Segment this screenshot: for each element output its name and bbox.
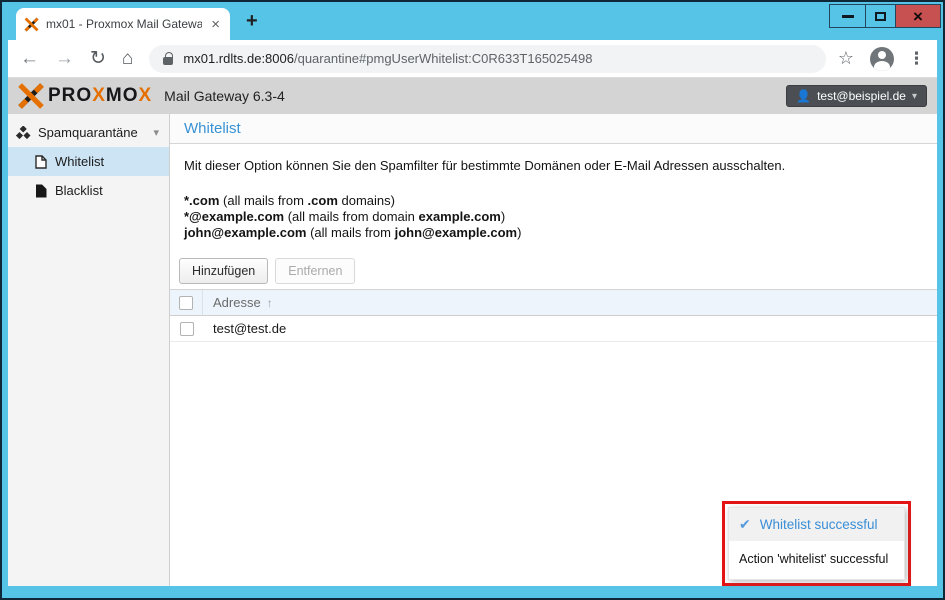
bookmark-star-icon[interactable]: ☆ bbox=[838, 48, 854, 69]
window-controls: × bbox=[830, 4, 941, 28]
toast-notification: ✔ Whitelist successful Action 'whitelist… bbox=[728, 507, 905, 580]
maximize-icon bbox=[875, 12, 886, 21]
tab-close-icon[interactable]: × bbox=[209, 17, 222, 32]
address-bar[interactable]: mx01.rdlts.de:8006/quarantine#pmgUserWhi… bbox=[149, 45, 825, 73]
toast-message: Action 'whitelist' successful bbox=[729, 541, 904, 579]
sidebar-item-whitelist[interactable]: Whitelist bbox=[8, 147, 169, 176]
minimize-icon bbox=[842, 15, 854, 18]
row-select-cell[interactable] bbox=[170, 316, 203, 341]
lock-icon bbox=[163, 57, 173, 65]
proxmox-logo: PROXMOX bbox=[18, 83, 152, 109]
product-version-label: Mail Gateway 6.3-4 bbox=[164, 88, 285, 104]
sidebar-root-label: Spamquarantäne bbox=[38, 125, 138, 140]
column-header-adresse[interactable]: Adresse bbox=[203, 295, 261, 310]
remove-button[interactable]: Entfernen bbox=[275, 258, 355, 284]
title-bar: mx01 - Proxmox Mail Gateway × + × bbox=[2, 2, 943, 40]
profile-avatar[interactable] bbox=[870, 47, 894, 71]
browser-toolbar: ← → ↻ ⌂ mx01.rdlts.de:8006/quarantine#pm… bbox=[8, 40, 937, 78]
minimize-button[interactable] bbox=[829, 4, 866, 28]
description-text: Mit dieser Option können Sie den Spamfil… bbox=[184, 158, 923, 174]
grid-header[interactable]: Adresse ↑ bbox=[170, 290, 937, 316]
example-line: *@example.com (all mails from domain exa… bbox=[184, 209, 923, 225]
chevron-down-icon: ▾ bbox=[912, 91, 917, 102]
panel-header: Whitelist bbox=[170, 114, 937, 144]
file-outline-icon bbox=[35, 155, 47, 169]
select-all-cell[interactable] bbox=[170, 290, 203, 315]
browser-window: mx01 - Proxmox Mail Gateway × + × ← → ↻ … bbox=[0, 0, 945, 600]
annotation-highlight-box: ✔ Whitelist successful Action 'whitelist… bbox=[722, 501, 911, 586]
file-solid-icon bbox=[35, 184, 47, 198]
maximize-button[interactable] bbox=[865, 4, 896, 28]
page-title: Whitelist bbox=[184, 120, 241, 137]
cubes-icon bbox=[16, 126, 31, 140]
reload-icon[interactable]: ↻ bbox=[90, 49, 106, 68]
sidebar: Spamquarantäne ▾ Whitelist Blacklist bbox=[8, 114, 170, 586]
proxmox-favicon-icon bbox=[24, 17, 39, 32]
browser-tab[interactable]: mx01 - Proxmox Mail Gateway × bbox=[16, 8, 230, 40]
url-path: /quarantine#pmgUserWhitelist:C0R633T1650… bbox=[294, 51, 592, 66]
forward-icon[interactable]: → bbox=[55, 49, 74, 68]
browser-menu-icon[interactable]: ⋮ bbox=[908, 49, 925, 69]
proxmox-wordmark: PROXMOX bbox=[48, 85, 152, 107]
whitelist-description: Mit dieser Option können Sie den Spamfil… bbox=[170, 144, 937, 253]
toast-title: Whitelist successful bbox=[760, 517, 878, 532]
add-button[interactable]: Hinzufügen bbox=[179, 258, 268, 284]
row-checkbox[interactable] bbox=[180, 322, 194, 336]
proxmox-x-icon bbox=[18, 83, 44, 109]
sort-ascending-icon: ↑ bbox=[267, 296, 273, 310]
example-line: *.com (all mails from .com domains) bbox=[184, 193, 923, 209]
sidebar-item-blacklist[interactable]: Blacklist bbox=[8, 176, 169, 205]
close-window-icon: × bbox=[913, 8, 923, 25]
chevron-down-icon[interactable]: ▾ bbox=[153, 126, 159, 139]
example-line: john@example.com (all mails from john@ex… bbox=[184, 225, 923, 241]
user-icon: 👤 bbox=[796, 89, 811, 103]
check-icon: ✔ bbox=[739, 516, 751, 533]
sidebar-item-label: Blacklist bbox=[55, 183, 103, 198]
address-cell: test@test.de bbox=[203, 321, 286, 336]
url-host: mx01.rdlts.de:8006 bbox=[183, 51, 294, 66]
grid-toolbar: Hinzufügen Entfernen bbox=[170, 253, 937, 290]
toast-header: ✔ Whitelist successful bbox=[729, 508, 904, 541]
user-email-label: test@beispiel.de bbox=[817, 89, 906, 103]
sidebar-item-spamquarantaene[interactable]: Spamquarantäne ▾ bbox=[8, 118, 169, 147]
back-icon[interactable]: ← bbox=[20, 49, 39, 68]
home-icon[interactable]: ⌂ bbox=[122, 49, 133, 68]
user-menu-button[interactable]: 👤 test@beispiel.de ▾ bbox=[786, 85, 927, 107]
app-header: PROXMOX Mail Gateway 6.3-4 👤 test@beispi… bbox=[8, 78, 937, 114]
select-all-checkbox[interactable] bbox=[179, 296, 193, 310]
table-row[interactable]: test@test.de bbox=[170, 316, 937, 342]
new-tab-button[interactable]: + bbox=[246, 10, 258, 33]
sidebar-item-label: Whitelist bbox=[55, 154, 104, 169]
close-window-button[interactable]: × bbox=[895, 4, 941, 28]
tab-title: mx01 - Proxmox Mail Gateway bbox=[46, 17, 202, 31]
